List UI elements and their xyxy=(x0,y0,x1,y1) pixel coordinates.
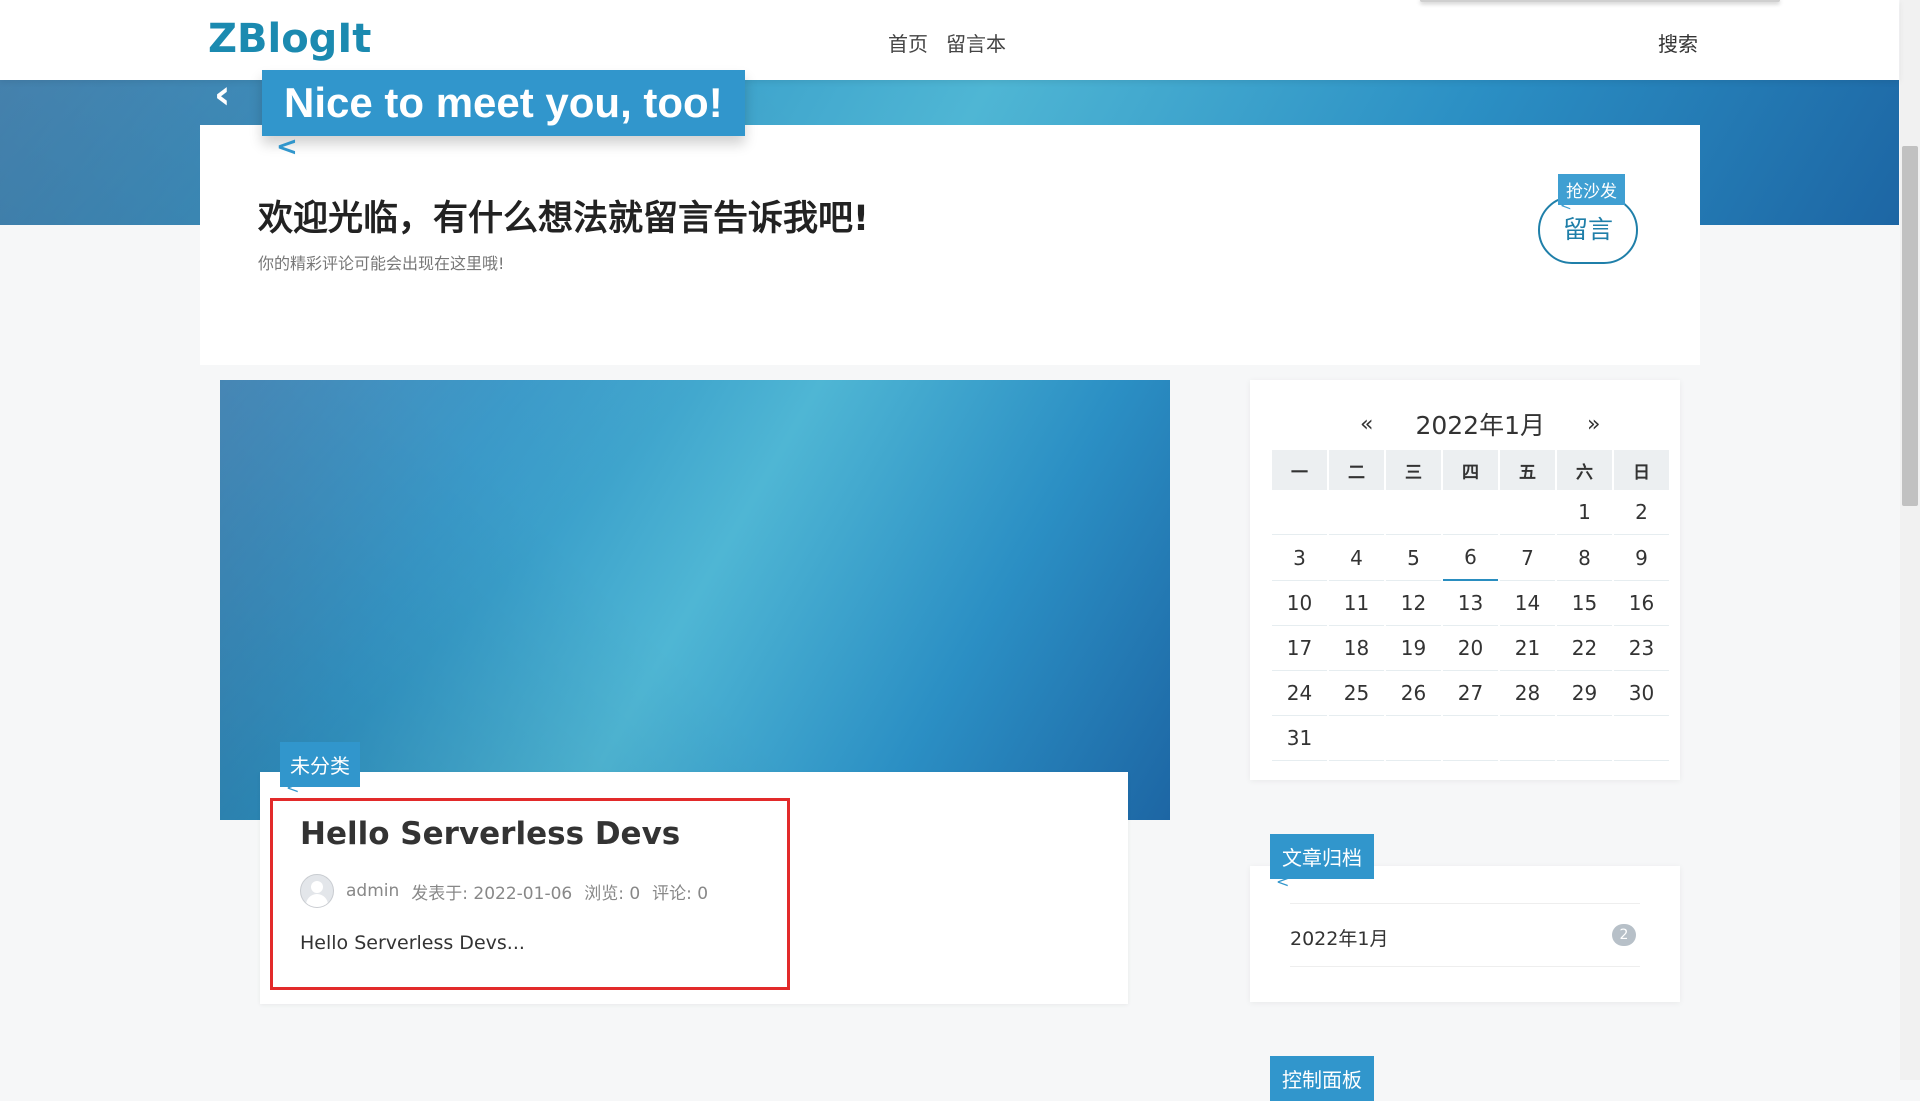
calendar-day xyxy=(1443,490,1498,535)
nav-item-guestbook[interactable]: 留言本 xyxy=(946,28,1006,57)
calendar-day: 10 xyxy=(1272,581,1327,626)
weekday-header: 六 xyxy=(1557,450,1612,490)
weekday-header: 三 xyxy=(1386,450,1441,490)
banner-ribbon: Nice to meet you, too! xyxy=(262,70,745,136)
calendar-day: 7 xyxy=(1500,535,1555,581)
calendar-day: 21 xyxy=(1500,626,1555,671)
overlay-shadow xyxy=(1420,0,1780,2)
calendar-day: 13 xyxy=(1443,581,1498,626)
calendar-day xyxy=(1557,716,1612,761)
calendar-day: 5 xyxy=(1386,535,1441,581)
calendar-day: 27 xyxy=(1443,671,1498,716)
weekday-header: 二 xyxy=(1329,450,1384,490)
calendar-day: 9 xyxy=(1614,535,1669,581)
weekday-header: 日 xyxy=(1614,450,1669,490)
post-author[interactable]: admin xyxy=(346,881,399,901)
calendar-month: 2022年1月 xyxy=(1415,411,1545,440)
calendar-day: 26 xyxy=(1386,671,1441,716)
calendar-table: 一 二 三 四 五 六 日 1 2 3 4 5 6 7 8 9 10 11 12… xyxy=(1270,450,1671,761)
weekday-header: 四 xyxy=(1443,450,1498,490)
calendar-day: 23 xyxy=(1614,626,1669,671)
post-excerpt: Hello Serverless Devs... xyxy=(300,932,525,954)
calendar-day: 11 xyxy=(1329,581,1384,626)
calendar-header: « 2022年1月 » xyxy=(1360,406,1600,442)
main-nav: 首页 留言本 xyxy=(888,28,1006,57)
calendar-day: 24 xyxy=(1272,671,1327,716)
site-header: ZBlogIt 首页 留言本 搜索 xyxy=(0,0,1899,80)
ribbon-arrow-icon: < xyxy=(276,132,298,162)
weekday-header: 一 xyxy=(1272,450,1327,490)
calendar-next-button[interactable]: » xyxy=(1587,412,1600,437)
calendar-day xyxy=(1614,716,1669,761)
calendar-day xyxy=(1443,716,1498,761)
calendar-day: 2 xyxy=(1614,490,1669,535)
calendar-day: 1 xyxy=(1557,490,1612,535)
calendar-day xyxy=(1329,490,1384,535)
archive-item-label[interactable]: 2022年1月 xyxy=(1290,924,1388,951)
post-comments: 评论: 0 xyxy=(652,883,709,904)
calendar-day-today[interactable]: 6 xyxy=(1443,535,1498,581)
post-meta: admin 发表于: 2022-01-06 浏览: 0 评论: 0 xyxy=(300,874,708,908)
calendar-day: 19 xyxy=(1386,626,1441,671)
calendar-day xyxy=(1386,716,1441,761)
leave-message-button[interactable]: 留言 xyxy=(1538,196,1638,264)
calendar-day: 22 xyxy=(1557,626,1612,671)
calendar-day: 12 xyxy=(1386,581,1441,626)
weekday-header: 五 xyxy=(1500,450,1555,490)
calendar-day: 29 xyxy=(1557,671,1612,716)
calendar-day xyxy=(1329,716,1384,761)
calendar-day xyxy=(1386,490,1441,535)
calendar-prev-button[interactable]: « xyxy=(1360,412,1373,437)
avatar xyxy=(300,874,334,908)
sofa-arrow-icon: < xyxy=(1560,198,1572,214)
welcome-subtitle: 你的精彩评论可能会出现在这里哦! xyxy=(258,254,505,273)
calendar-day: 15 xyxy=(1557,581,1612,626)
search-link[interactable]: 搜索 xyxy=(1658,28,1698,57)
calendar-day: 3 xyxy=(1272,535,1327,581)
calendar-day xyxy=(1500,490,1555,535)
nav-item-home[interactable]: 首页 xyxy=(888,28,928,57)
calendar-day: 17 xyxy=(1272,626,1327,671)
calendar-day: 25 xyxy=(1329,671,1384,716)
calendar-day: 8 xyxy=(1557,535,1612,581)
archive-arrow-icon: < xyxy=(1276,872,1290,891)
calendar-day: 28 xyxy=(1500,671,1555,716)
calendar-day: 30 xyxy=(1614,671,1669,716)
post-date: 发表于: 2022-01-06 xyxy=(411,883,573,904)
calendar-day xyxy=(1272,490,1327,535)
calendar-day: 20 xyxy=(1443,626,1498,671)
post-title[interactable]: Hello Serverless Devs xyxy=(300,816,680,852)
calendar-day xyxy=(1500,716,1555,761)
archive-item[interactable]: 2022年1月 2 xyxy=(1290,903,1640,967)
calendar-day: 18 xyxy=(1329,626,1384,671)
welcome-title: 欢迎光临，有什么想法就留言告诉我吧! xyxy=(258,199,869,239)
back-arrow-icon[interactable]: ‹ xyxy=(214,72,230,118)
archive-item-count-badge: 2 xyxy=(1612,924,1636,946)
calendar-day: 4 xyxy=(1329,535,1384,581)
control-panel-tag: 控制面板 xyxy=(1270,1056,1374,1101)
scrollbar-thumb[interactable] xyxy=(1902,146,1918,506)
calendar-day: 31 xyxy=(1272,716,1327,761)
post-cover-image[interactable] xyxy=(220,380,1170,820)
category-arrow-icon: < xyxy=(286,778,300,797)
site-logo[interactable]: ZBlogIt xyxy=(208,16,371,62)
welcome-panel xyxy=(200,125,1700,365)
post-views: 浏览: 0 xyxy=(584,883,641,904)
calendar-day: 14 xyxy=(1500,581,1555,626)
calendar-day: 16 xyxy=(1614,581,1669,626)
